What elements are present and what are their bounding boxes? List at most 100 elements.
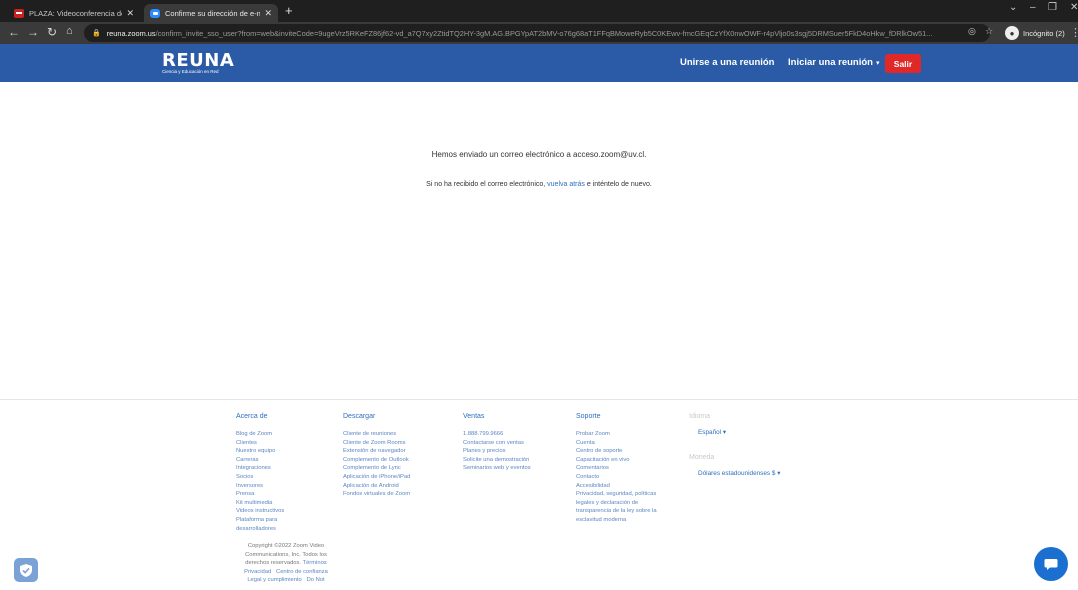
- zoom-favicon-icon: [150, 8, 160, 18]
- tab-search-chevron-icon[interactable]: ⌄: [1009, 2, 1017, 13]
- footer-link[interactable]: Solicite una demostración: [463, 456, 531, 465]
- reuna-logo[interactable]: REUNA Ciencia y Educación en Red: [162, 52, 234, 75]
- footer-link[interactable]: Extensión de navegador: [343, 447, 410, 456]
- privacy-shield-button[interactable]: [14, 558, 38, 582]
- footer-link[interactable]: Capacitación en vivo: [576, 456, 657, 465]
- incognito-icon: ●: [1005, 26, 1019, 40]
- footer-link[interactable]: Contacto: [576, 473, 657, 482]
- url-host: reuna.zoom.us: [106, 28, 156, 38]
- footer-link[interactable]: legales y declaración de: [576, 499, 657, 508]
- footer-link[interactable]: Probar Zoom: [576, 430, 657, 439]
- footer-link[interactable]: Prensa: [236, 490, 284, 499]
- footer-link[interactable]: Nuestro equipo: [236, 447, 284, 456]
- new-tab-icon[interactable]: +: [285, 3, 293, 18]
- footer-link[interactable]: Fondos virtuales de Zoom: [343, 490, 410, 499]
- logo-wordmark: REUNA: [162, 50, 235, 71]
- close-icon[interactable]: ✕: [126, 8, 134, 19]
- copyright-line: Legal y cumplimiento Do Not: [227, 576, 345, 585]
- tab-plaza[interactable]: PLAZA: Videoconferencia de esc ✕: [8, 4, 140, 22]
- terms-link[interactable]: Términos: [303, 560, 327, 566]
- chat-bubble-icon: [1044, 558, 1058, 570]
- copyright-text: derechos reservados.: [245, 560, 303, 567]
- footer-link[interactable]: Socios: [236, 473, 284, 482]
- footer-link[interactable]: Contactarse con ventas: [463, 439, 531, 448]
- url-path: /confirm_invite_sso_user?from=web&invite…: [155, 28, 933, 38]
- url-bar[interactable]: 🔒 reuna.zoom.us /confirm_invite_sso_user…: [84, 24, 990, 42]
- footer-link[interactable]: Aplicación de iPhone/iPad: [343, 473, 410, 482]
- footer-column-about: Acerca de Blog de Zoom Clientes Nuestro …: [236, 413, 284, 533]
- caret-down-icon: ▾: [876, 60, 880, 67]
- footer-link[interactable]: Plataforma para: [236, 516, 284, 525]
- start-meeting-menu[interactable]: Iniciar una reunión ▾: [788, 57, 880, 68]
- go-back-link[interactable]: vuelva atrás: [547, 181, 585, 188]
- footer-column-support: Soporte Probar Zoom Cuenta Centro de sop…: [576, 413, 657, 525]
- window-close-icon[interactable]: ✕: [1070, 2, 1078, 13]
- caret-down-icon: ▾: [777, 470, 781, 477]
- footer-link[interactable]: 1.888.799.9666: [463, 430, 531, 439]
- close-icon[interactable]: ✕: [264, 8, 272, 19]
- join-meeting-link[interactable]: Unirse a una reunión: [680, 57, 775, 68]
- do-not-sell-link[interactable]: Do Not: [307, 577, 325, 583]
- footer-column-download: Descargar Cliente de reuniones Cliente d…: [343, 413, 410, 499]
- incognito-indicator[interactable]: ● Incógnito (2): [1005, 25, 1065, 41]
- browser-tab-bar: PLAZA: Videoconferencia de esc ✕ Confirm…: [0, 0, 1078, 22]
- copyright-line: Copyright ©2022 Zoom Video: [247, 543, 325, 549]
- footer-link[interactable]: Complemento de Lync: [343, 464, 410, 473]
- currency-selected: Dólares estadounidenses $: [698, 470, 776, 477]
- footer-link[interactable]: Carreras: [236, 456, 284, 465]
- footer-link[interactable]: Privacidad, seguridad, políticas: [576, 490, 657, 499]
- minimize-icon[interactable]: –: [1030, 2, 1036, 13]
- footer-link[interactable]: Cliente de reuniones: [343, 430, 410, 439]
- browser-menu-icon[interactable]: ⋮: [1070, 26, 1078, 39]
- footer-link[interactable]: Accesibilidad: [576, 482, 657, 491]
- start-meeting-label: Iniciar una reunión: [788, 57, 873, 68]
- footer-link[interactable]: esclavitud moderna: [576, 516, 657, 525]
- bookmark-star-icon[interactable]: ☆: [985, 26, 993, 37]
- tab-title: PLAZA: Videoconferencia de esc: [29, 8, 122, 18]
- footer-link[interactable]: Planes y precios: [463, 447, 531, 456]
- footer-link[interactable]: Clientes: [236, 439, 284, 448]
- footer-link[interactable]: Aplicación de Android: [343, 482, 410, 491]
- back-icon[interactable]: ←: [8, 25, 20, 39]
- restore-icon[interactable]: ❐: [1048, 2, 1057, 13]
- footer-link[interactable]: Cuenta: [576, 439, 657, 448]
- chat-support-button[interactable]: [1034, 547, 1068, 581]
- footer-heading-support: Soporte: [576, 413, 601, 420]
- email-sent-message: Hemos enviado un correo electrónico a ac…: [431, 150, 647, 159]
- reload-icon[interactable]: ↻: [47, 25, 57, 39]
- footer-link[interactable]: Complemento de Outlook: [343, 456, 410, 465]
- footer-link[interactable]: Centro de soporte: [576, 447, 657, 456]
- footer-link[interactable]: Seminarios web y eventos: [463, 464, 531, 473]
- privacy-link[interactable]: Privacidad: [244, 569, 271, 575]
- footer-heading-language: Idioma: [689, 413, 711, 420]
- forward-icon[interactable]: →: [27, 25, 39, 39]
- footer-link[interactable]: Cliente de Zoom Rooms: [343, 439, 410, 448]
- logout-button[interactable]: Salir: [885, 54, 921, 73]
- language-select[interactable]: Español ▾: [698, 428, 780, 436]
- site-header: REUNA Ciencia y Educación en Red Unirse …: [0, 44, 1078, 82]
- browser-toolbar: ← → ↻ ⌂ 🔒 reuna.zoom.us /confirm_invite_…: [0, 22, 1078, 44]
- footer-heading-currency: Moneda: [689, 454, 715, 461]
- footer-link[interactable]: Kit multimedia: [236, 499, 284, 508]
- copyright-line: derechos reservados. Términos: [227, 559, 345, 568]
- footer-link[interactable]: Blog de Zoom: [236, 430, 284, 439]
- legal-link[interactable]: Legal y cumplimiento: [247, 577, 301, 583]
- resend-hint-text: Si no ha recibido el correo electrónico,: [426, 181, 548, 188]
- footer-link[interactable]: Videos instructivos: [236, 507, 284, 516]
- lock-icon: 🔒: [92, 30, 101, 37]
- resend-hint: Si no ha recibido el correo electrónico,…: [0, 181, 1078, 188]
- footer-link[interactable]: Comentarios: [576, 464, 657, 473]
- trust-center-link[interactable]: Centro de confianza: [276, 569, 328, 575]
- caret-down-icon: ▾: [722, 429, 727, 436]
- eye-off-icon[interactable]: ◎: [968, 26, 976, 37]
- footer-column-sales: Ventas 1.888.799.9666 Contactarse con ve…: [463, 413, 531, 473]
- tab-confirm-email[interactable]: Confirme su dirección de e-mail ✕: [144, 4, 278, 22]
- home-icon[interactable]: ⌂: [66, 25, 73, 37]
- resend-hint-text-end: e inténtelo de nuevo.: [584, 181, 652, 188]
- currency-select[interactable]: Dólares estadounidenses $ ▾: [698, 469, 780, 477]
- footer-link[interactable]: Integraciones: [236, 464, 284, 473]
- footer-divider: [0, 399, 1078, 400]
- footer-link[interactable]: transparencia de la ley sobre la: [576, 507, 657, 516]
- footer-link[interactable]: desarrolladores: [236, 525, 284, 534]
- footer-link[interactable]: Inversores: [236, 482, 284, 491]
